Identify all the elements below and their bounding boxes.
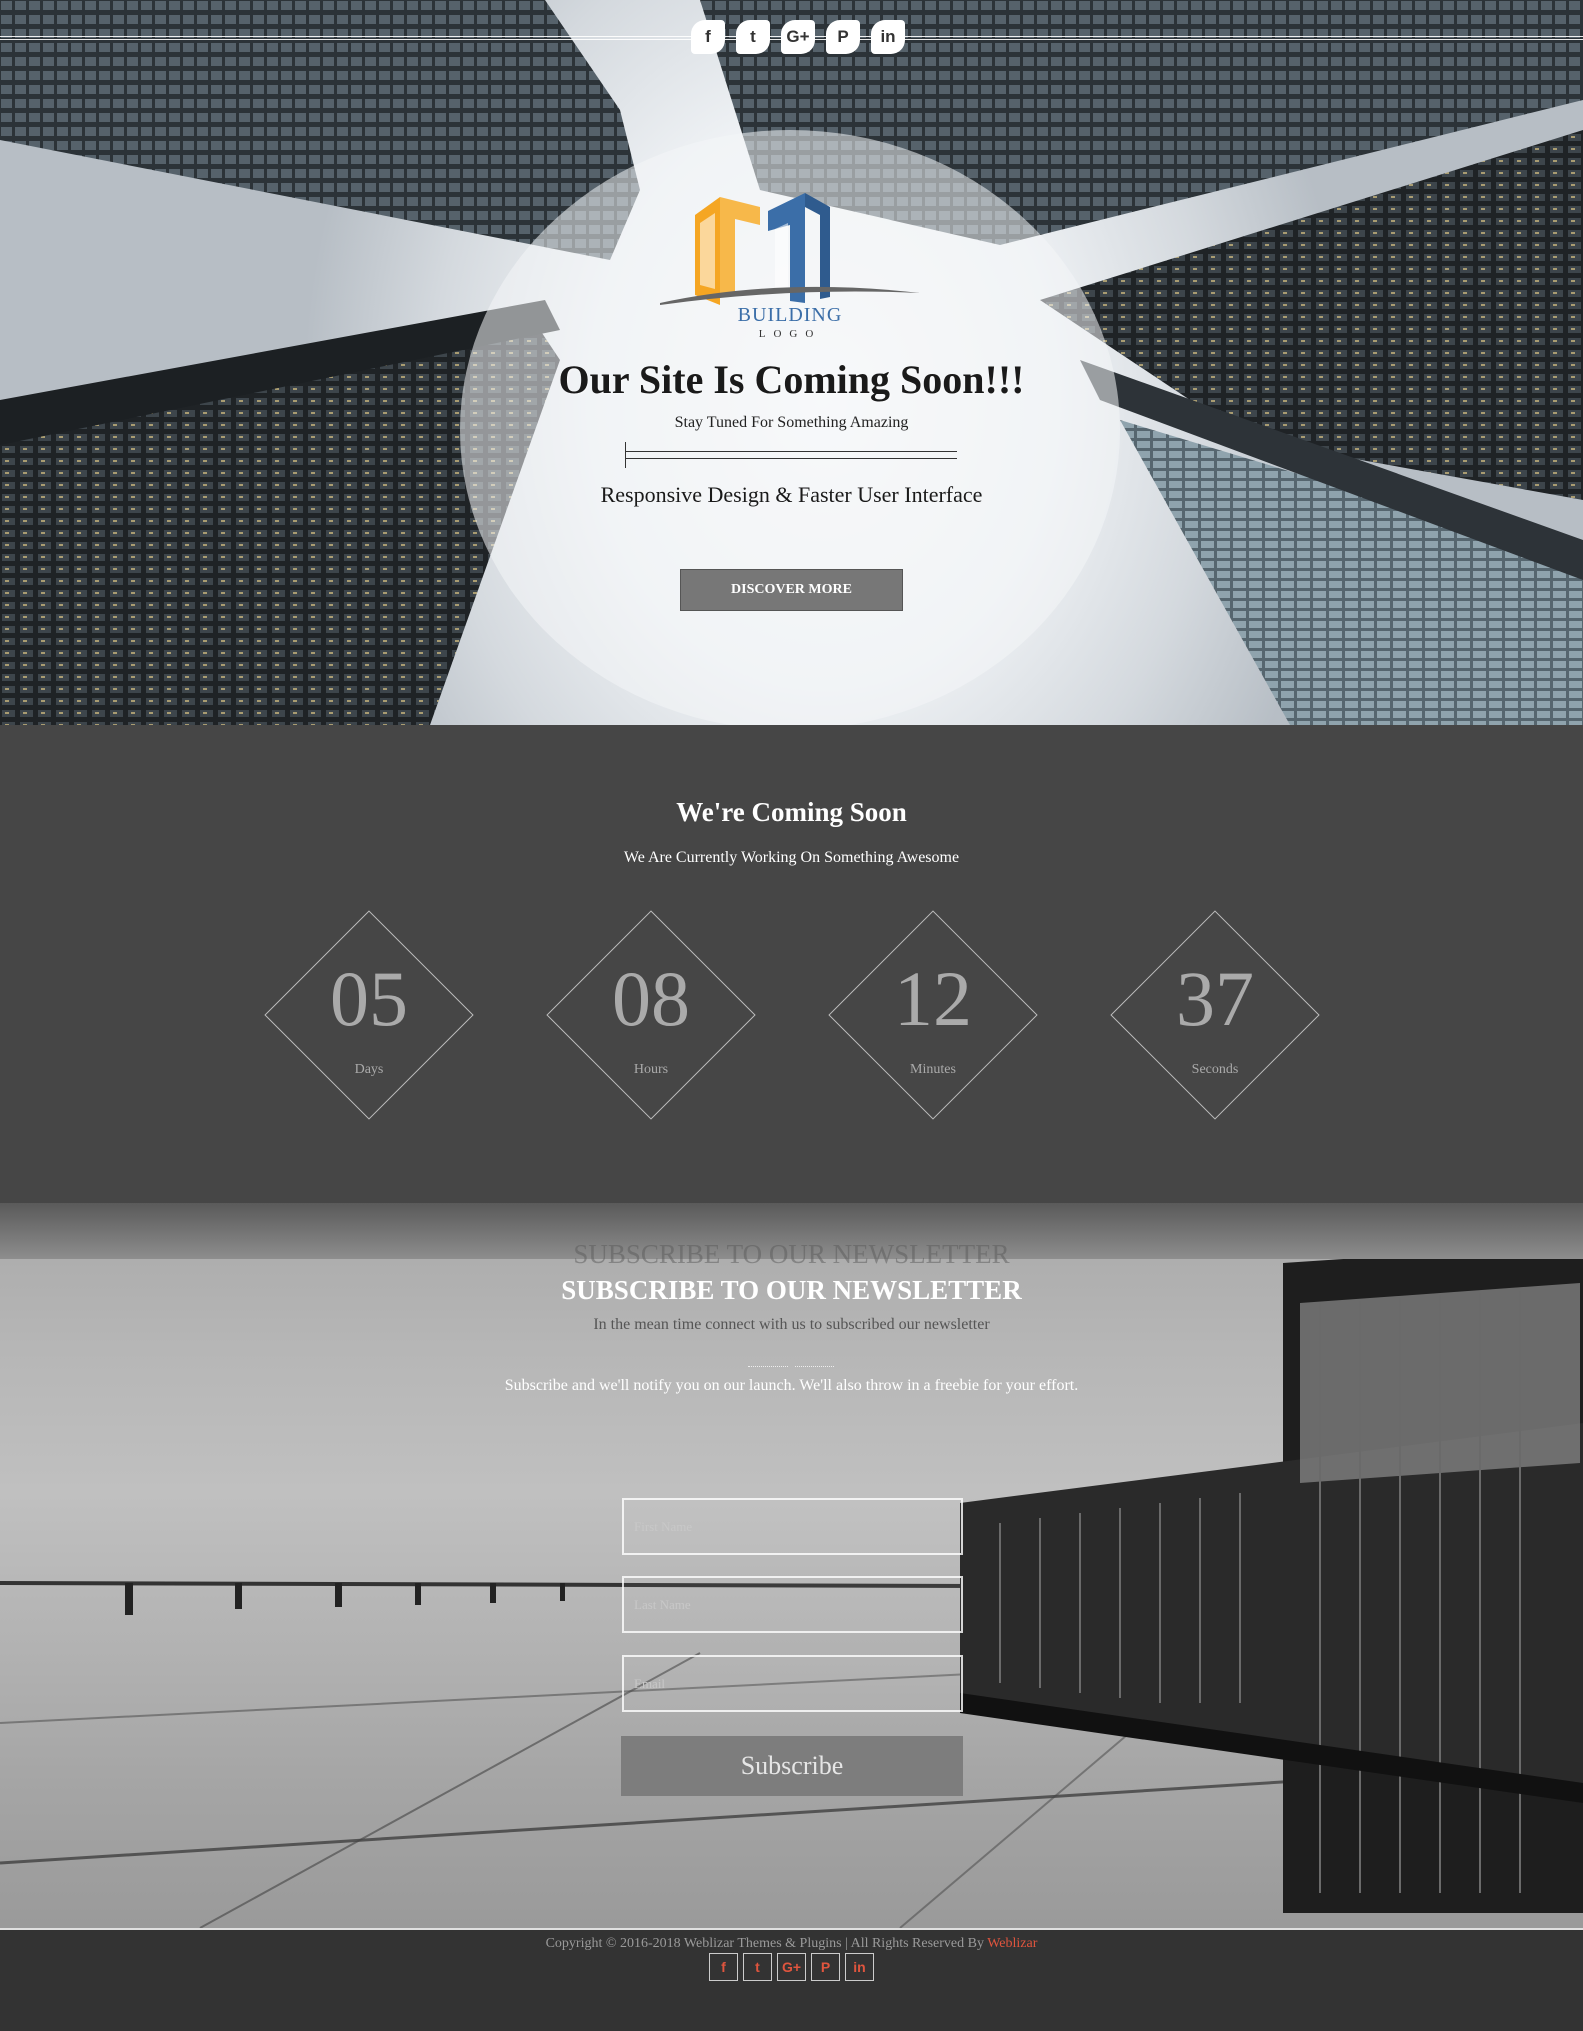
newsletter-ghost-title: SUBSCRIBE TO OUR NEWSLETTER [573,1239,1010,1269]
pinterest-icon[interactable]: P [826,20,860,54]
countdown-subtitle: We Are Currently Working On Something Aw… [623,849,960,866]
hero-subtitle: Stay Tuned For Something Amazing [674,414,909,431]
newsletter-divider [748,1366,834,1370]
email-field[interactable] [622,1655,963,1712]
footer: Copyright © 2016-2018 Weblizar Themes & … [0,1928,1583,2031]
newsletter-subtitle: In the mean time connect with us to subs… [593,1316,990,1333]
hero-divider [625,442,957,468]
newsletter-section: SUBSCRIBE TO OUR NEWSLETTER SUBSCRIBE TO… [0,1203,1583,1928]
building-logo-icon [660,193,920,305]
social-links-top: f t G+ P in [681,20,915,54]
countdown-minutes-value: 12 [894,955,972,1042]
weblizar-link[interactable]: Weblizar [987,1936,1037,1951]
countdown-seconds: 37 Seconds [1110,910,1320,1120]
countdown-seconds-value: 37 [1176,955,1254,1042]
hero-section: f t G+ P in BUILDING LOGO Our Site Is Co… [0,0,1583,725]
hero-tagline: Responsive Design & Faster User Interfac… [600,482,983,507]
countdown-title: We're Coming Soon [676,797,907,827]
countdown-days-label: Days [354,1062,384,1077]
google-plus-icon[interactable]: G+ [777,1953,806,1981]
newsletter-title: SUBSCRIBE TO OUR NEWSLETTER [561,1275,1022,1305]
countdown-hours-label: Hours [633,1062,669,1077]
social-links-footer: f t G+ P in [709,1953,874,1981]
linkedin-icon[interactable]: in [871,20,905,54]
architecture-background-image [0,1243,1583,1928]
countdown-seconds-label: Seconds [1191,1062,1239,1077]
hero-title: Our Site Is Coming Soon!!! [558,357,1025,402]
countdown-minutes: 12 Minutes [828,910,1038,1120]
logo-text-logo: LOGO [758,328,822,340]
last-name-field[interactable] [622,1576,963,1633]
countdown-minutes-label: Minutes [910,1062,956,1077]
countdown-hours-value: 08 [612,955,690,1042]
newsletter-description: Subscribe and we'll notify you on our la… [504,1377,1079,1394]
countdown-section: We're Coming Soon We Are Currently Worki… [0,725,1583,1203]
linkedin-icon[interactable]: in [845,1953,874,1981]
pinterest-icon[interactable]: P [811,1953,840,1981]
countdown-hours: 08 Hours [546,910,756,1120]
discover-more-button[interactable]: DISCOVER MORE [680,569,903,611]
google-plus-icon[interactable]: G+ [781,20,815,54]
facebook-icon[interactable]: f [709,1953,738,1981]
twitter-icon[interactable]: t [736,20,770,54]
copyright-prefix: Copyright © 2016-2018 Weblizar Themes & … [545,1936,988,1951]
subscribe-button[interactable]: Subscribe [621,1736,963,1796]
facebook-icon[interactable]: f [691,20,725,54]
logo-text-building: BUILDING [737,304,843,326]
first-name-field[interactable] [622,1498,963,1555]
countdown-days: 05 Days [264,910,474,1120]
countdown-days-value: 05 [330,955,408,1042]
building-logo[interactable]: BUILDING LOGO [660,185,920,345]
twitter-icon[interactable]: t [743,1953,772,1981]
copyright-text: Copyright © 2016-2018 Weblizar Themes & … [0,1936,1583,1952]
